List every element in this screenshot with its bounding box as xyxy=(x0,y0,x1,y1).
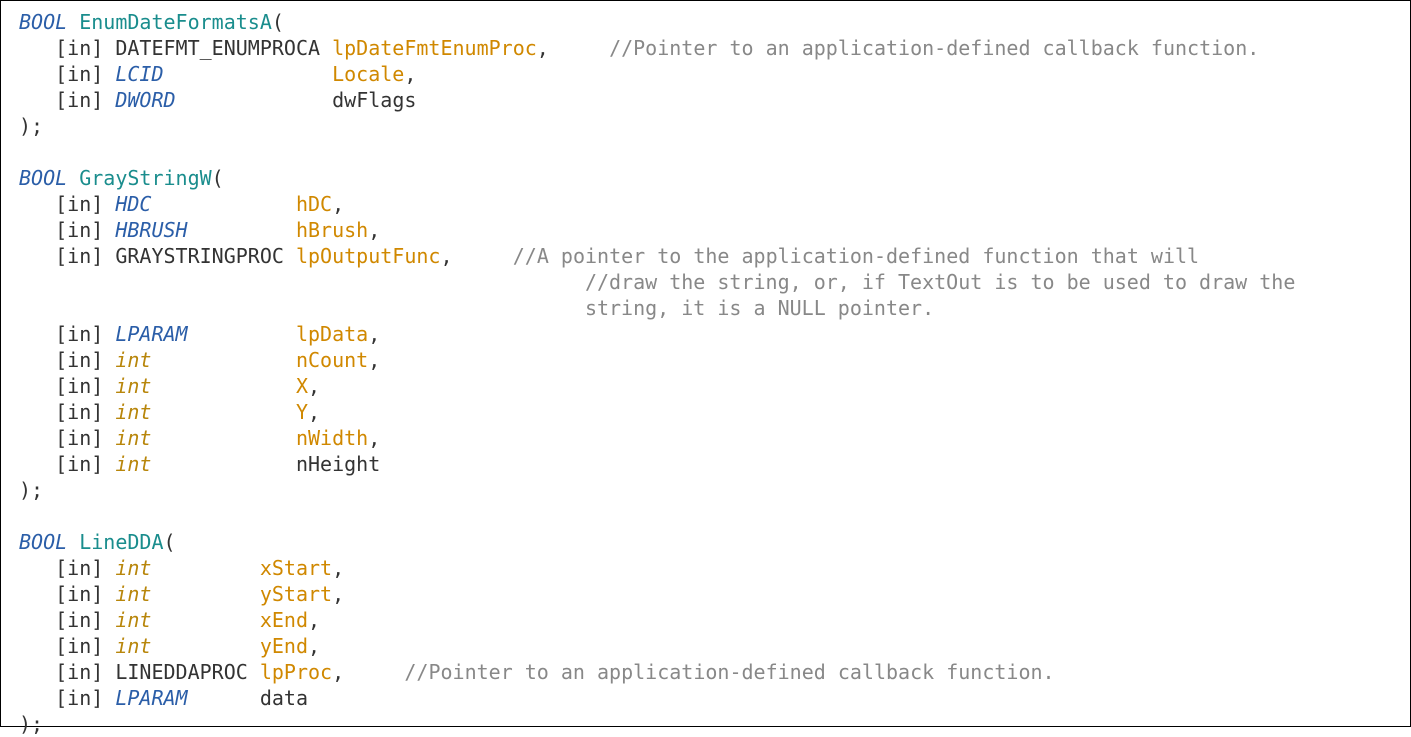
param-attr: [in] xyxy=(55,36,103,60)
param-name: xEnd xyxy=(260,608,308,632)
param-type: int xyxy=(115,608,151,632)
param-attr: [in] xyxy=(55,556,103,580)
param-type: LPARAM xyxy=(115,686,187,710)
param-name: lpProc xyxy=(260,660,332,684)
param-attr: [in] xyxy=(55,426,103,450)
param-name: lpData xyxy=(296,322,368,346)
param-name: nHeight xyxy=(296,452,380,476)
function-name: EnumDateFormatsA xyxy=(79,10,272,34)
comment: string, it is a NULL pointer. xyxy=(585,296,934,320)
param-name: lpDateFmtEnumProc xyxy=(332,36,537,60)
param-attr: [in] xyxy=(55,634,103,658)
param-attr: [in] xyxy=(55,192,103,216)
param-name: hBrush xyxy=(296,218,368,242)
param-type: int xyxy=(115,400,151,424)
param-attr: [in] xyxy=(55,62,103,86)
param-name: Locale xyxy=(332,62,404,86)
param-name: yStart xyxy=(260,582,332,606)
param-attr: [in] xyxy=(55,244,103,268)
param-type: DATEFMT_ENUMPROCA xyxy=(115,36,320,60)
comment: //Pointer to an application-defined call… xyxy=(609,36,1259,60)
param-name: yEnd xyxy=(260,634,308,658)
param-name: xStart xyxy=(260,556,332,580)
return-type: BOOL xyxy=(19,166,67,190)
param-type: LCID xyxy=(115,62,163,86)
param-name: Y xyxy=(296,400,308,424)
param-type: int xyxy=(115,634,151,658)
param-type: HBRUSH xyxy=(115,218,187,242)
param-attr: [in] xyxy=(55,608,103,632)
param-attr: [in] xyxy=(55,322,103,346)
param-type: int xyxy=(115,374,151,398)
function-name: LineDDA xyxy=(79,530,163,554)
param-type: int xyxy=(115,582,151,606)
param-name: nCount xyxy=(296,348,368,372)
param-attr: [in] xyxy=(55,374,103,398)
comment: //draw the string, or, if TextOut is to … xyxy=(585,270,1295,294)
param-name: lpOutputFunc xyxy=(296,244,441,268)
param-attr: [in] xyxy=(55,452,103,476)
param-type: LPARAM xyxy=(115,322,187,346)
close-paren: ); xyxy=(19,712,43,736)
param-attr: [in] xyxy=(55,686,103,710)
param-type: int xyxy=(115,426,151,450)
param-name: nWidth xyxy=(296,426,368,450)
param-type: LINEDDAPROC xyxy=(115,660,247,684)
close-paren: ); xyxy=(19,478,43,502)
param-name: data xyxy=(260,686,308,710)
param-name: hDC xyxy=(296,192,332,216)
param-type: HDC xyxy=(115,192,151,216)
param-attr: [in] xyxy=(55,88,103,112)
param-attr: [in] xyxy=(55,218,103,242)
param-name: X xyxy=(296,374,308,398)
code-block: BOOL EnumDateFormatsA( [in] DATEFMT_ENUM… xyxy=(19,9,1398,737)
param-type: GRAYSTRINGPROC xyxy=(115,244,284,268)
comment: //Pointer to an application-defined call… xyxy=(404,660,1054,684)
return-type: BOOL xyxy=(19,530,67,554)
param-type: DWORD xyxy=(115,88,175,112)
param-name: dwFlags xyxy=(332,88,416,112)
comment: //A pointer to the application-defined f… xyxy=(513,244,1199,268)
param-attr: [in] xyxy=(55,400,103,424)
param-attr: [in] xyxy=(55,348,103,372)
param-attr: [in] xyxy=(55,660,103,684)
param-attr: [in] xyxy=(55,582,103,606)
param-type: int xyxy=(115,556,151,580)
close-paren: ); xyxy=(19,114,43,138)
return-type: BOOL xyxy=(19,10,67,34)
param-type: int xyxy=(115,452,151,476)
function-name: GrayStringW xyxy=(79,166,211,190)
param-type: int xyxy=(115,348,151,372)
